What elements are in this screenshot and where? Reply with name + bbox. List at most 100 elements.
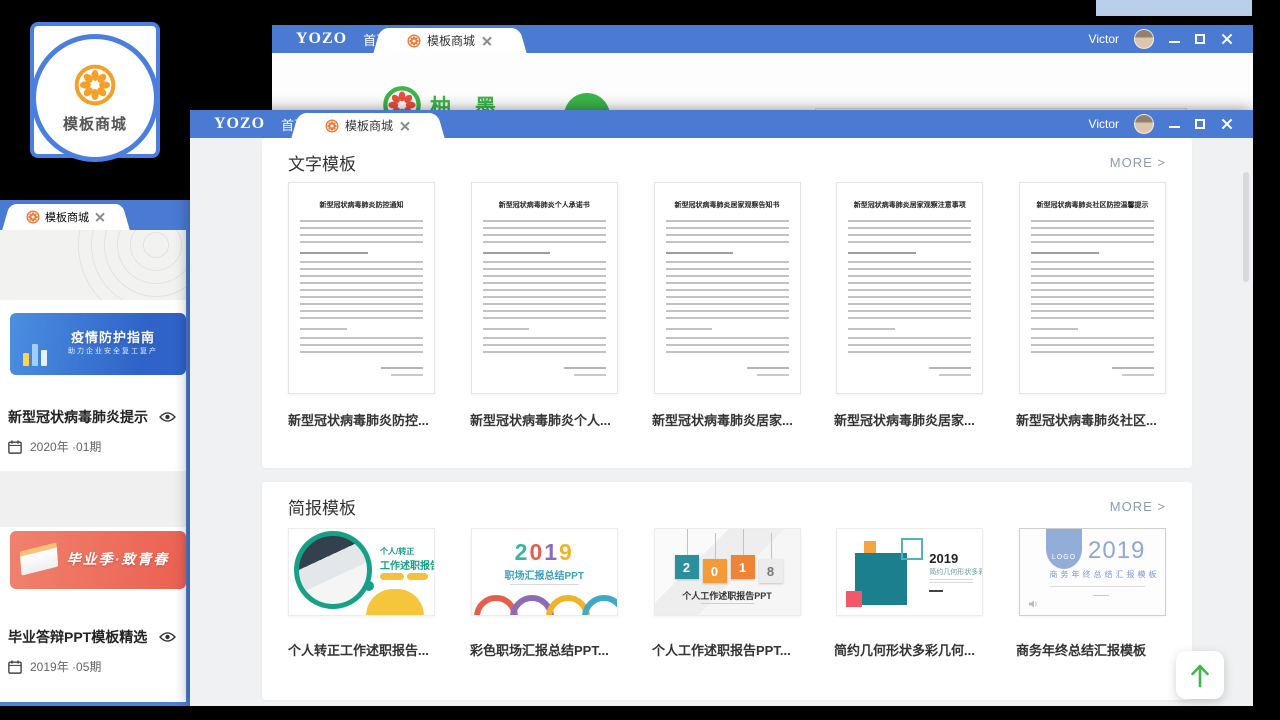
journal-issue-text: 2019年 ·05期 (30, 658, 101, 675)
decorative-pill (380, 573, 404, 580)
window-template-store-main: YOZO 首页 模板商城 Victor 文字模板 MORE > 新型冠状病毒肺炎… (190, 110, 1253, 706)
doc-template-thumbnail[interactable]: 新型冠状病毒肺炎社区防控温馨提示 (1019, 182, 1166, 394)
main-window-controls: Victor (1089, 114, 1253, 134)
doc-body-lines (848, 220, 971, 247)
doc-caption[interactable]: 新型冠状病毒肺炎社区... (1016, 410, 1166, 429)
journal-item-title[interactable]: 毕业答辩PPT模板精选 (8, 627, 176, 647)
minimize-button[interactable] (1169, 119, 1180, 130)
ppt-caption[interactable]: 简约几何形状多彩几何... (834, 640, 984, 659)
tab-template-store[interactable]: 模板商城 (302, 113, 434, 138)
close-button[interactable] (1220, 118, 1233, 131)
more-link[interactable]: MORE > (1110, 155, 1166, 170)
ppt-template-thumbnail[interactable]: 2019 职场汇报总结PPT (471, 528, 618, 616)
doc-caption[interactable]: 新型冠状病毒肺炎居家... (834, 410, 984, 429)
tab-close-icon[interactable] (94, 211, 106, 223)
template-store-launcher[interactable]: 模板商城 (31, 34, 159, 162)
ppt-template-thumbnail[interactable]: LOGO 2019 商务年终总结汇报模板 (1019, 528, 1166, 616)
doc-template-thumbnail[interactable]: 新型冠状病毒肺炎防控通知 (288, 182, 435, 394)
doc-template-thumbnail[interactable]: 新型冠状病毒肺炎居家观察注意事项 (836, 182, 983, 394)
template-store-icon (407, 34, 421, 48)
speaker-icon (1028, 599, 1039, 609)
doc-caption[interactable]: 新型冠状病毒肺炎居家... (652, 410, 802, 429)
ppt-caption[interactable]: 彩色职场汇报总结PPT... (470, 640, 620, 659)
journal-issue-row: 2019年 ·05期 (8, 658, 178, 675)
banner-title: 疫情防护指南 (10, 327, 186, 346)
scroll-to-top-button[interactable] (1176, 651, 1224, 699)
left-tab-template-store[interactable]: 模板商城 (12, 204, 120, 230)
doc-template-thumbnail[interactable]: 新型冠状病毒肺炎居家观察告知书 (654, 182, 801, 394)
decorative-line (510, 584, 579, 585)
ppt-thumb-row: 个人/转正 工作述职报告 2019 职场汇报总结PPT (288, 528, 1166, 616)
decorative-line (1050, 586, 1145, 587)
ppt-caption[interactable]: 个人转正工作述职报告... (288, 640, 438, 659)
doc-body-lines (1031, 220, 1154, 247)
doc-thumb-title: 新型冠状病毒肺炎居家观察注意事项 (848, 200, 971, 210)
journal-title-text: 新型冠状病毒肺炎提示 (8, 407, 148, 427)
orange-square (864, 541, 876, 553)
journal-banner-graduation[interactable]: 毕业季·致青春 (10, 531, 186, 589)
ppt-template-thumbnail[interactable]: 2019 简约几何形状多彩 (836, 528, 983, 616)
user-name: Victor (1089, 117, 1119, 131)
close-button[interactable] (1220, 33, 1233, 46)
background-window-edge[interactable] (1096, 0, 1252, 16)
tab-close-icon[interactable] (399, 120, 411, 132)
left-header-texture (0, 230, 186, 300)
banner-subtitle: 助力企业安全复工复产 (10, 346, 186, 356)
badge-label: 模板商城 (63, 113, 127, 134)
year-tile: 2 (675, 555, 699, 579)
outline-square (901, 538, 923, 560)
logo-badge: LOGO (1046, 529, 1082, 569)
ppt-thumb-text: 商务年终总结汇报模板 (1020, 569, 1165, 580)
ppt-thumb-text: 职场汇报总结PPT (472, 567, 617, 582)
journal-banner-epidemic[interactable]: 疫情防护指南 助力企业安全复工复产 (10, 313, 186, 375)
section-ppt-templates: 简报模板 MORE > 个人/转正 工作述职报告 2019 职场 (262, 482, 1192, 700)
journal-issue-text: 2020年 ·01期 (30, 438, 101, 455)
maximize-button[interactable] (1195, 34, 1205, 44)
back-titlebar: YOZO 首页 模板商城 Victor (272, 25, 1253, 53)
ppt-caption[interactable]: 个人工作述职报告PPT... (652, 640, 802, 659)
section-title: 文字模板 (288, 150, 356, 175)
ppt-thumb-year: 2019 (472, 539, 617, 566)
more-link[interactable]: MORE > (1110, 499, 1166, 514)
minimize-button[interactable] (1169, 34, 1180, 45)
window-template-store-left: 模板商城 疫情防护指南 助力企业安全复工复产 新型冠状病毒肺炎提示 2020年 … (0, 200, 192, 706)
doc-caption[interactable]: 新型冠状病毒肺炎个人... (470, 410, 620, 429)
tab-label: 模板商城 (427, 32, 475, 49)
yozo-logo: YOZO (214, 115, 265, 133)
section-title: 简报模板 (288, 494, 356, 519)
doc-template-thumbnail[interactable]: 新型冠状病毒肺炎个人承诺书 (471, 182, 618, 394)
ppt-caption[interactable]: 商务年终总结汇报模板 (1016, 640, 1166, 659)
doc-thumb-row: 新型冠状病毒肺炎防控通知 新型冠状病毒肺炎个人承诺书 新型冠状病毒肺炎居家观察告… (288, 182, 1166, 394)
doc-caption-row: 新型冠状病毒肺炎防控... 新型冠状病毒肺炎个人... 新型冠状病毒肺炎居家..… (288, 410, 1166, 429)
year-tile: 8 (759, 559, 783, 583)
avatar[interactable] (1134, 29, 1154, 49)
eye-icon (159, 411, 176, 423)
decorative-dash (1093, 595, 1109, 596)
tab-close-icon[interactable] (481, 35, 493, 47)
maximize-button[interactable] (1195, 119, 1205, 129)
calendar-icon (8, 440, 22, 454)
decorative-pill (407, 573, 428, 580)
teal-square (855, 553, 907, 605)
journal-issue-row: 2020年 ·01期 (8, 438, 178, 455)
tab-label: 模板商城 (345, 117, 393, 134)
template-store-icon (26, 210, 40, 224)
pink-square (846, 591, 862, 607)
ppt-template-thumbnail[interactable]: 个人/转正 工作述职报告 (288, 528, 435, 616)
avatar[interactable] (1134, 114, 1154, 134)
decorative-dash (929, 590, 943, 592)
ppt-template-thumbnail[interactable]: 2 0 1 8 个人工作述职报告PPT (654, 528, 801, 616)
ppt-thumb-text: 工作述职报告 (380, 557, 435, 572)
journal-item-title[interactable]: 新型冠状病毒肺炎提示 (8, 407, 176, 427)
doc-caption[interactable]: 新型冠状病毒肺炎防控... (288, 410, 438, 429)
vertical-scrollbar-thumb[interactable] (1243, 172, 1249, 282)
template-store-icon (73, 63, 117, 107)
year-tile: 1 (731, 555, 755, 579)
ppt-thumb-year: 2019 (929, 551, 958, 566)
tab-template-store[interactable]: 模板商城 (384, 28, 516, 53)
section-header: 文字模板 MORE > (262, 138, 1192, 175)
ring-decoration (582, 595, 618, 616)
section-text-templates: 文字模板 MORE > 新型冠状病毒肺炎防控通知 新型冠状病毒肺炎个人承诺书 新… (262, 138, 1192, 468)
doc-body-lines (483, 220, 606, 247)
left-card-list: 疫情防护指南 助力企业安全复工复产 新型冠状病毒肺炎提示 2020年 ·01期 … (0, 300, 186, 675)
